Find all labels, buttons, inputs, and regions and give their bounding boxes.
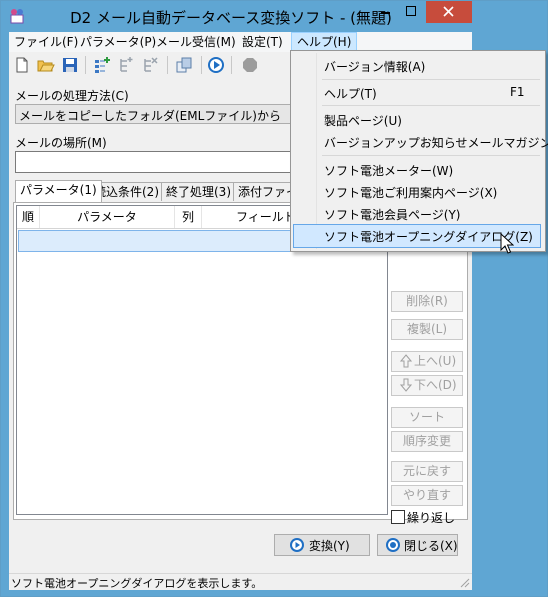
reorder-button[interactable]: 順序変更 [391, 431, 463, 452]
menu-item-newsletter[interactable]: バージョンアップお知らせメールマガジン(V) [293, 130, 548, 152]
menu-item-label: バージョン情報(A) [324, 60, 426, 74]
menu-item-label: ソフト電池メーター(W) [324, 164, 454, 178]
menu-item-product-page[interactable]: 製品ページ(U) [293, 108, 541, 130]
delete-button[interactable]: 削除(R) [391, 291, 463, 312]
column-header-column[interactable]: 列 [175, 206, 202, 228]
move-down-label: 下へ(D) [414, 378, 457, 392]
menu-separator [322, 79, 540, 80]
toolbar-separator [85, 56, 86, 74]
menu-mail-receive[interactable]: メール受信(M) [151, 33, 241, 51]
sort-button[interactable]: ソート [391, 407, 463, 428]
location-label: メールの場所(M) [15, 136, 107, 150]
menu-item-shortcut: F1 [510, 85, 525, 99]
menu-item-battery-guide[interactable]: ソフト電池ご利用案内ページ(X) [293, 180, 541, 202]
menu-item-member-page[interactable]: ソフト電池会員ページ(Y) [293, 202, 541, 224]
undo-button[interactable]: 元に戻す [391, 461, 463, 482]
method-select-value: メールをコピーしたフォルダ(EMLファイル)から [19, 109, 281, 123]
tab-end-processing[interactable]: 終了処理(3) [161, 182, 236, 201]
menu-item-label: ヘルプ(T) [324, 87, 377, 101]
menu-settings[interactable]: 設定(T) [237, 33, 288, 51]
run-icon[interactable] [207, 56, 225, 74]
method-label: メールの処理方法(C) [15, 89, 129, 103]
mouse-cursor-icon [500, 233, 514, 254]
maximize-button[interactable] [398, 1, 424, 23]
add-row-icon[interactable] [93, 56, 111, 74]
close-button[interactable]: 閉じる(X) [377, 534, 458, 556]
repeat-checkbox-label: 繰り返し [407, 511, 456, 525]
close-circle-icon [386, 538, 400, 552]
close-window-button[interactable] [426, 1, 472, 23]
menu-item-help[interactable]: ヘルプ(T) F1 [293, 81, 541, 103]
menu-item-label: バージョンアップお知らせメールマガジン(V) [324, 136, 548, 150]
insert-row-icon[interactable] [117, 56, 135, 74]
menu-separator [322, 155, 540, 156]
title-bar[interactable]: D2 メール自動データベース変換ソフト - (無題) [1, 1, 547, 32]
repeat-checkbox-box[interactable] [391, 510, 405, 524]
menu-file[interactable]: ファイル(F) [9, 33, 83, 51]
toolbar-separator [231, 56, 232, 74]
menu-help[interactable]: ヘルプ(H) [291, 32, 358, 52]
play-icon [290, 538, 304, 552]
menu-bar: ファイル(F) パラメータ(P) メール受信(M) 設定(T) ヘルプ(H) [9, 32, 472, 52]
new-file-icon[interactable] [13, 56, 31, 74]
close-icon [443, 6, 454, 17]
column-header-order[interactable]: 順 [17, 206, 40, 228]
arrow-down-icon [400, 378, 412, 392]
close-label: 閉じる(X) [404, 539, 458, 553]
menu-parameter[interactable]: パラメータ(P) [75, 33, 161, 51]
menu-item-version-info[interactable]: バージョン情報(A) [293, 54, 541, 76]
minimize-button[interactable] [372, 1, 398, 23]
menu-item-label: ソフト電池会員ページ(Y) [324, 208, 461, 222]
move-up-label: 上へ(U) [414, 354, 457, 368]
arrow-up-icon [400, 354, 412, 368]
menu-item-label: ソフト電池ご利用案内ページ(X) [324, 186, 498, 200]
resize-grip-icon[interactable] [459, 577, 470, 588]
maximize-icon [406, 6, 416, 16]
open-folder-icon[interactable] [37, 56, 55, 74]
minimize-icon [381, 12, 390, 14]
duplicate-button[interactable]: 複製(L) [391, 319, 463, 340]
copy-params-icon[interactable] [175, 56, 193, 74]
move-up-button[interactable]: 上へ(U) [391, 351, 463, 372]
stop-icon[interactable] [241, 56, 259, 74]
status-bar: ソフト電池オープニングダイアログを表示します。 [9, 573, 472, 590]
convert-label: 変換(Y) [309, 539, 350, 553]
move-down-button[interactable]: 下へ(D) [391, 375, 463, 396]
column-header-parameter[interactable]: パラメータ [40, 206, 175, 228]
status-text: ソフト電池オープニングダイアログを表示します。 [11, 577, 263, 590]
tab-parameter[interactable]: パラメータ(1) [15, 180, 102, 202]
redo-button[interactable]: やり直す [391, 485, 463, 506]
menu-item-label: 製品ページ(U) [324, 114, 402, 128]
toolbar-separator [201, 56, 202, 74]
toolbar-separator [167, 56, 168, 74]
save-icon[interactable] [61, 56, 79, 74]
convert-button[interactable]: 変換(Y) [274, 534, 370, 556]
menu-separator [322, 105, 540, 106]
menu-item-battery-meter[interactable]: ソフト電池メーター(W) [293, 158, 541, 180]
help-menu-dropdown: バージョン情報(A) ヘルプ(T) F1 製品ページ(U) バージョンアップお知… [290, 50, 548, 252]
delete-row-icon[interactable] [141, 56, 159, 74]
